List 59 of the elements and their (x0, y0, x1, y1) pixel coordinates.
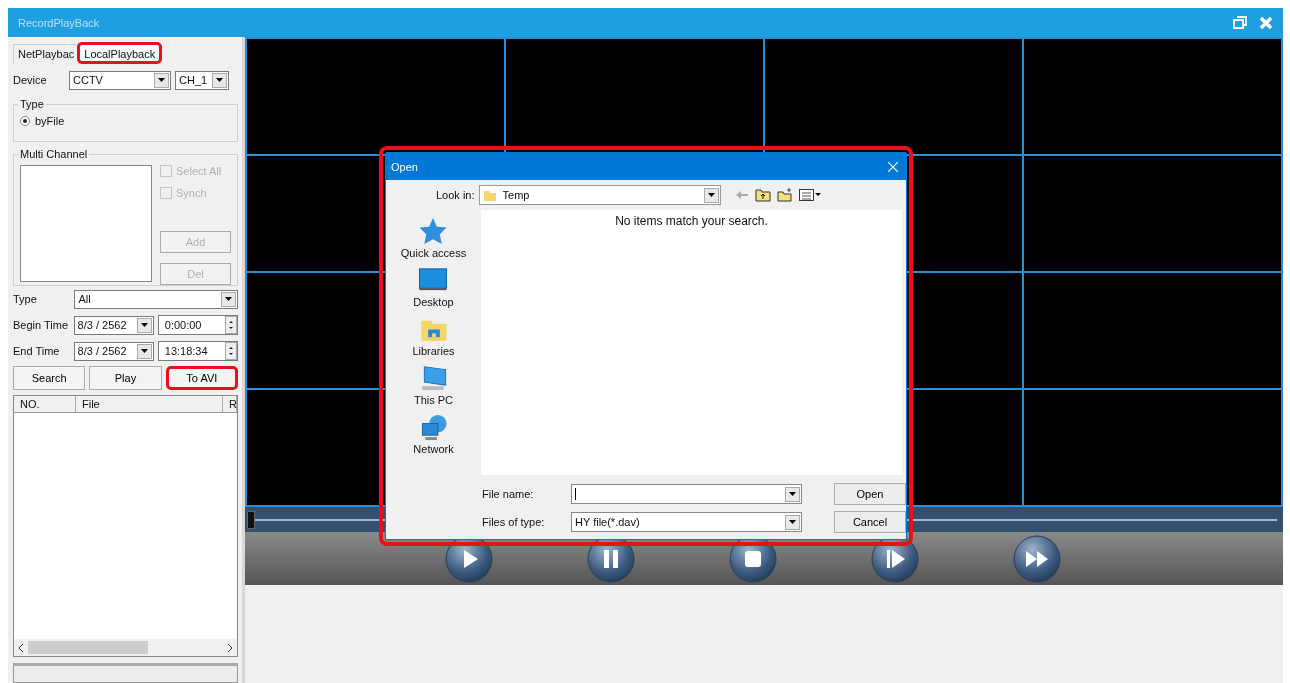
time-field[interactable]: 0:00:00 (157, 315, 238, 335)
channel-dropdown[interactable]: CH_1 (175, 70, 229, 90)
tab[interactable]: LocalPlayback (77, 42, 163, 64)
dialog-title: Open (391, 160, 418, 173)
close-icon[interactable] (1259, 15, 1273, 30)
window-title: RecordPlayBack (18, 16, 100, 29)
place-label[interactable]: This PC (413, 394, 454, 406)
horizontal-scrollbar[interactable] (14, 639, 237, 656)
group-title: Type (18, 98, 46, 110)
folder-icon (482, 188, 497, 202)
restore-icon[interactable] (1233, 16, 1247, 29)
type-dropdown[interactable]: All (74, 289, 238, 309)
place-label[interactable]: Libraries (412, 345, 455, 357)
caret-icon (158, 78, 165, 82)
caret-icon (216, 78, 223, 82)
caret-icon (789, 492, 796, 496)
caret-icon (707, 193, 715, 197)
caret-icon (140, 349, 148, 353)
slider-thumb[interactable] (247, 510, 255, 529)
dialog-button[interactable]: Open (834, 483, 906, 505)
dialog-button[interactable]: Cancel (834, 511, 906, 533)
column-header[interactable]: NO. (14, 396, 76, 412)
radio-option[interactable]: byFile (20, 115, 231, 127)
caret-icon (140, 323, 148, 327)
place-label[interactable]: Quick access (400, 247, 467, 259)
spin-arrows-icon (225, 342, 237, 360)
radio-dot[interactable] (20, 116, 30, 126)
place-label[interactable]: Network (413, 443, 454, 455)
fast-icon[interactable] (1013, 534, 1061, 583)
file-name-field[interactable] (571, 484, 802, 504)
tab[interactable]: NetPlaybac (13, 44, 80, 64)
caret-icon (225, 297, 232, 301)
column-header[interactable]: File (76, 396, 223, 412)
field-label: Device (13, 74, 48, 86)
up-folder-icon[interactable] (754, 188, 771, 202)
date-picker[interactable]: 8/3 / 2562 (73, 315, 154, 335)
field-label: Look in: (436, 189, 475, 201)
action-button[interactable]: Search (13, 366, 86, 390)
place-label[interactable]: Desktop (413, 296, 454, 308)
file-type-dropdown[interactable]: HY file(*.dav) (571, 512, 802, 532)
new-folder-icon[interactable] (776, 188, 793, 202)
device-dropdown[interactable]: CCTV (69, 70, 171, 90)
empty-message: No items match your search. (615, 214, 768, 230)
field-label: Type (13, 293, 38, 305)
field-label: Files of type: (482, 516, 546, 528)
field-label: File name: (482, 488, 535, 500)
action-button[interactable]: Play (89, 366, 162, 390)
spin-arrows-icon (225, 316, 237, 334)
group-title: Multi Channel (18, 148, 90, 160)
column-header[interactable]: R (223, 396, 237, 412)
action-button[interactable]: To AVI (165, 366, 238, 390)
look-in-dropdown[interactable]: Temp (478, 185, 721, 205)
date-picker[interactable]: 8/3 / 2562 (73, 341, 154, 361)
view-menu-icon[interactable] (798, 189, 821, 201)
channel-list[interactable] (20, 165, 152, 282)
field-label: End Time (13, 345, 61, 357)
close-icon[interactable] (888, 161, 898, 172)
time-field[interactable]: 13:18:34 (157, 341, 238, 361)
field-label: Begin Time (13, 319, 70, 331)
